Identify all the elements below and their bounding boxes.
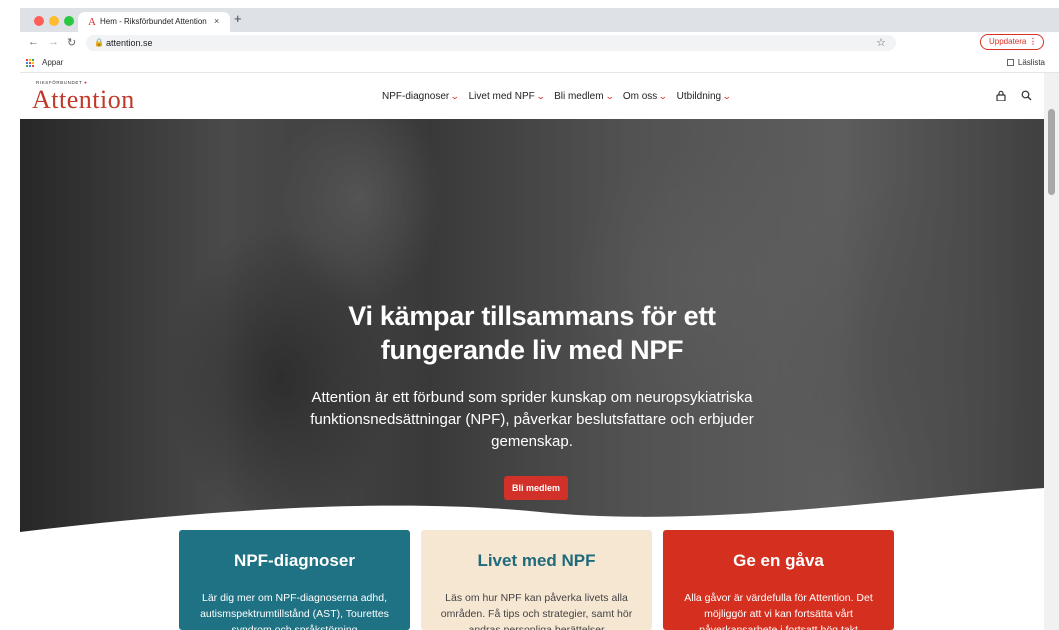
close-window-button[interactable]: [34, 16, 44, 26]
browser-toolbar: ← → ↻ 🔒 attention.se ☆ Uppdatera ⋮: [20, 32, 1059, 54]
tab-close-icon[interactable]: ×: [214, 16, 219, 26]
new-tab-button[interactable]: +: [234, 11, 242, 26]
maximize-window-button[interactable]: [64, 16, 74, 26]
nav-label: Utbildning: [676, 91, 722, 102]
update-label: Uppdatera: [989, 37, 1027, 46]
reading-list-label: Läslista: [1017, 58, 1045, 67]
browser-menu-icon[interactable]: ⋮: [1029, 35, 1037, 49]
chevron-down-icon: ⌄: [604, 91, 615, 101]
url-text[interactable]: attention.se: [106, 38, 153, 48]
logo-wordmark: Attention: [32, 85, 135, 114]
nav-label: Livet med NPF: [468, 91, 535, 102]
card-ge-en-gava[interactable]: Ge en gåva Alla gåvor är värdefulla för …: [663, 530, 894, 630]
card-title: Ge en gåva: [733, 551, 824, 570]
bookmark-star-icon[interactable]: ☆: [876, 36, 886, 49]
apps-grid-icon[interactable]: [26, 59, 35, 68]
chevron-down-icon: ⌄: [450, 91, 460, 101]
chevron-down-icon: ⌄: [721, 91, 732, 101]
nav-item-om-oss[interactable]: Om oss⌄: [622, 91, 668, 102]
hero-text: Attention är ett förbund som sprider kun…: [310, 389, 754, 450]
nav-item-livet-med-npf[interactable]: Livet med NPF⌄: [468, 91, 546, 102]
nav-label: Om oss: [622, 91, 658, 102]
nav-item-utbildning[interactable]: Utbildning⌄: [676, 91, 732, 102]
browser-tab[interactable]: A Hem - Riksförbundet Attention ×: [78, 12, 230, 32]
address-bar[interactable]: 🔒 attention.se ☆: [86, 35, 896, 51]
card-npf-diagnoser[interactable]: NPF-diagnoser Lär dig mer om NPF-diagnos…: [179, 530, 410, 630]
scrollbar-thumb[interactable]: [1048, 109, 1055, 195]
padlock-icon[interactable]: 🔒: [94, 38, 104, 47]
nav-label: Bli medlem: [554, 91, 604, 102]
search-icon[interactable]: [1021, 90, 1032, 104]
chevron-down-icon: ⌄: [658, 91, 668, 101]
hero-banner: Vi kämpar tillsammans för ett fungerande…: [20, 119, 1044, 539]
reload-icon[interactable]: ↻: [67, 36, 76, 49]
reading-list-button[interactable]: Läslista: [1006, 58, 1045, 67]
bookmarks-bar: Appar Läslista: [20, 54, 1059, 73]
card-title: NPF-diagnoser: [234, 551, 355, 570]
tab-strip: A Hem - Riksförbundet Attention × +: [20, 8, 1059, 32]
apps-bookmark[interactable]: Appar: [42, 58, 63, 67]
card-text: Alla gåvor är värdefulla för Attention. …: [684, 592, 873, 630]
reading-list-icon: [1006, 59, 1014, 66]
site-header: RIKSFÖRBUNDET ● Attention NPF-diagnoser⌄…: [20, 73, 1044, 120]
browser-window: A Hem - Riksförbundet Attention × + ← → …: [20, 8, 1059, 630]
minimize-window-button[interactable]: [49, 16, 59, 26]
hero-title: Vi kämpar tillsammans för ett fungerande…: [348, 301, 716, 365]
card-text: Lär dig mer om NPF-diagnoserna adhd, aut…: [200, 592, 389, 630]
nav-item-npf-diagnoser[interactable]: NPF-diagnoser⌄: [382, 91, 460, 102]
attention-favicon-icon: A: [88, 16, 96, 28]
forward-arrow-icon[interactable]: →: [48, 36, 59, 48]
update-button[interactable]: Uppdatera ⋮: [980, 34, 1044, 50]
back-arrow-icon[interactable]: ←: [28, 36, 39, 48]
page-scrollbar[interactable]: [1044, 73, 1059, 630]
nav-item-bli-medlem[interactable]: Bli medlem⌄: [554, 91, 615, 102]
main-navigation: NPF-diagnoser⌄ Livet med NPF⌄ Bli medlem…: [382, 91, 738, 102]
lock-icon[interactable]: [996, 90, 1006, 104]
tab-title: Hem - Riksförbundet Attention: [100, 17, 207, 26]
card-livet-med-npf[interactable]: Livet med NPF Läs om hur NPF kan påverka…: [421, 530, 652, 630]
card-text: Läs om hur NPF kan påverka livets alla o…: [440, 592, 633, 630]
nav-label: NPF-diagnoser: [382, 91, 450, 102]
chevron-down-icon: ⌄: [535, 91, 546, 101]
card-title: Livet med NPF: [477, 551, 596, 570]
